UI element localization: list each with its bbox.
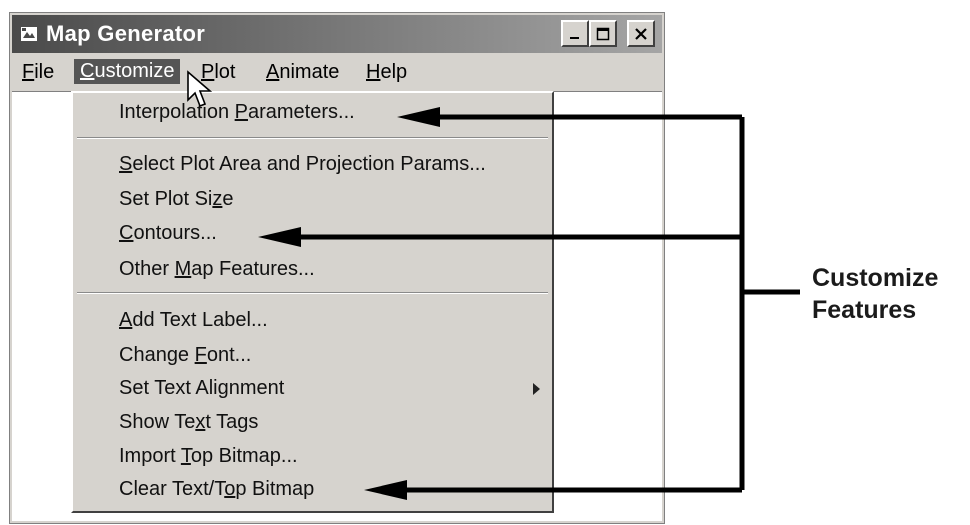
arrowhead-contours (258, 227, 301, 247)
callout-arrow-lines (298, 114, 800, 493)
callout-line-2: Features (812, 296, 917, 324)
arrowhead-interpolation (397, 107, 440, 127)
customize-features-callout: Customize Features (812, 262, 938, 326)
callout-line-1: Customize (812, 264, 939, 292)
arrowhead-clear-bitmap (364, 480, 407, 500)
